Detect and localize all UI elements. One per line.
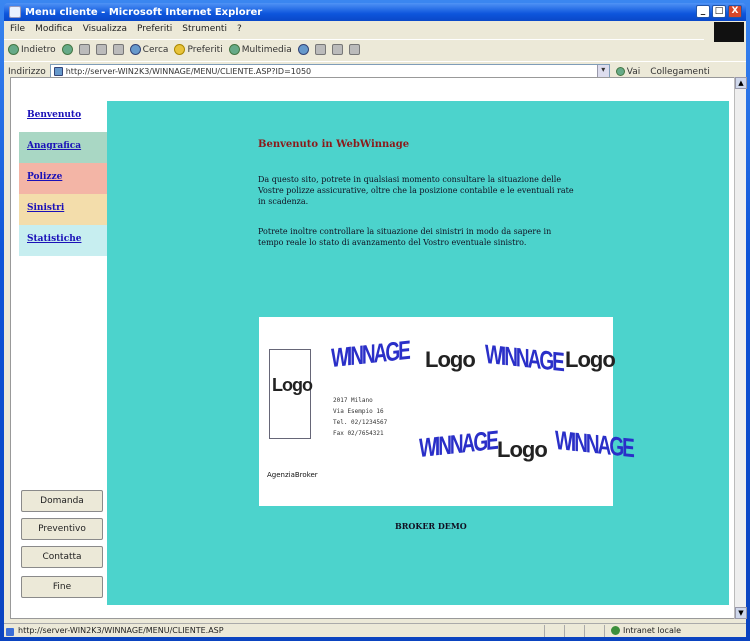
- sidebar: Benvenuto Anagrafica Polizze Sinistri St…: [19, 101, 107, 601]
- stop-icon[interactable]: [78, 44, 90, 55]
- menu-help[interactable]: ?: [237, 24, 242, 34]
- refresh-icon[interactable]: [95, 44, 107, 55]
- logo-word-3: Logo: [565, 347, 616, 372]
- sidebar-item-anagrafica[interactable]: Anagrafica: [19, 132, 107, 163]
- menu-view[interactable]: Visualizza: [83, 24, 127, 34]
- winnage-logo-3: WINNAGE: [419, 426, 497, 465]
- links-button[interactable]: Collegamenti: [650, 67, 710, 77]
- menu-edit[interactable]: Modifica: [35, 24, 73, 34]
- logo-word-1: Logo: [272, 375, 313, 395]
- back-arrow-icon: [8, 44, 19, 55]
- broker-label: BROKER DEMO: [395, 521, 467, 531]
- contact-block: 2017 Milano Via Esempio 16 Tel. 02/12345…: [333, 397, 388, 437]
- menu-tools[interactable]: Strumenti: [182, 24, 227, 34]
- address-label: Indirizzo: [8, 66, 46, 77]
- media-icon: [228, 44, 240, 55]
- ie-icon: [9, 6, 21, 18]
- go-arrow-icon: [615, 67, 625, 76]
- window-controls: _ □ X: [696, 5, 742, 18]
- forward-arrow-icon[interactable]: [61, 44, 73, 55]
- fine-button[interactable]: Fine: [21, 576, 103, 598]
- address-url: http://server-WIN2K3/WINNAGE/MENU/CLIENT…: [65, 67, 312, 76]
- history-icon[interactable]: [297, 44, 309, 55]
- back-button[interactable]: Indietro: [8, 44, 56, 55]
- intro-paragraph: Da questo sito, potrete in qualsiasi mom…: [258, 175, 574, 206]
- mail-icon[interactable]: [314, 44, 326, 55]
- winnage-logo-4: WINNAGE: [555, 426, 633, 465]
- sidebar-item-statistiche[interactable]: Statistiche: [19, 225, 107, 256]
- sidebar-item-benvenuto[interactable]: Benvenuto: [19, 101, 107, 132]
- winnage-logo-2: WINNAGE: [485, 340, 563, 379]
- page-title: Benvenuto in WebWinnage: [258, 139, 410, 150]
- window-title: Menu cliente - Microsoft Internet Explor…: [25, 6, 263, 18]
- status-cell-2: [564, 624, 584, 637]
- menu-file[interactable]: File: [10, 24, 25, 34]
- logo-word-2: Logo: [425, 347, 476, 372]
- page-icon: [53, 67, 63, 76]
- scroll-up-icon[interactable]: ▲: [735, 77, 747, 89]
- toolbar: Indietro Cerca Preferiti Multimedia: [4, 39, 704, 59]
- agency-label: AgenziaBroker: [267, 471, 318, 479]
- maximize-button[interactable]: □: [712, 5, 726, 18]
- winnage-logo-1: WINNAGE: [331, 336, 409, 375]
- close-button[interactable]: X: [728, 5, 742, 18]
- logo-word-4: Logo: [497, 437, 548, 462]
- status-cell-3: [584, 624, 604, 637]
- status-bar: http://server-WIN2K3/WINNAGE/MENU/CLIENT…: [4, 623, 746, 637]
- favorites-button[interactable]: Preferiti: [174, 44, 223, 55]
- edit-icon[interactable]: [348, 44, 360, 55]
- status-url: http://server-WIN2K3/WINNAGE/MENU/CLIENT…: [4, 626, 544, 636]
- star-icon: [174, 44, 186, 55]
- menu-favorites[interactable]: Preferiti: [137, 24, 172, 34]
- media-button[interactable]: Multimedia: [228, 44, 292, 55]
- intranet-icon: [611, 626, 620, 635]
- content-panel: Benvenuto in WebWinnage Da questo sito, …: [107, 101, 729, 605]
- status-cell-1: [544, 624, 564, 637]
- contatta-button[interactable]: Contatta: [21, 546, 103, 568]
- menu-bar: File Modifica Visualizza Preferiti Strum…: [4, 21, 746, 37]
- search-button[interactable]: Cerca: [129, 44, 168, 55]
- home-icon[interactable]: [112, 44, 124, 55]
- sidebar-item-sinistri[interactable]: Sinistri: [19, 194, 107, 225]
- domanda-button[interactable]: Domanda: [21, 490, 103, 512]
- logo-banner: Logo WINNAGE 2017 Milano Via Esempio 16 …: [259, 317, 633, 506]
- minimize-button[interactable]: _: [696, 5, 710, 18]
- vertical-scrollbar[interactable]: ▲ ▼: [734, 77, 747, 619]
- print-icon[interactable]: [331, 44, 343, 55]
- claims-paragraph: Potrete inoltre controllare la situazion…: [258, 227, 552, 247]
- preventivo-button[interactable]: Preventivo: [21, 518, 103, 540]
- security-zone: Intranet locale: [604, 624, 681, 637]
- search-icon: [129, 44, 141, 55]
- title-bar[interactable]: Menu cliente - Microsoft Internet Explor…: [4, 3, 746, 21]
- browser-window: Menu cliente - Microsoft Internet Explor…: [0, 0, 750, 641]
- go-button[interactable]: Vai: [615, 67, 640, 77]
- scroll-down-icon[interactable]: ▼: [735, 607, 747, 619]
- windows-logo-icon: [714, 22, 744, 42]
- sidebar-item-polizze[interactable]: Polizze: [19, 163, 107, 194]
